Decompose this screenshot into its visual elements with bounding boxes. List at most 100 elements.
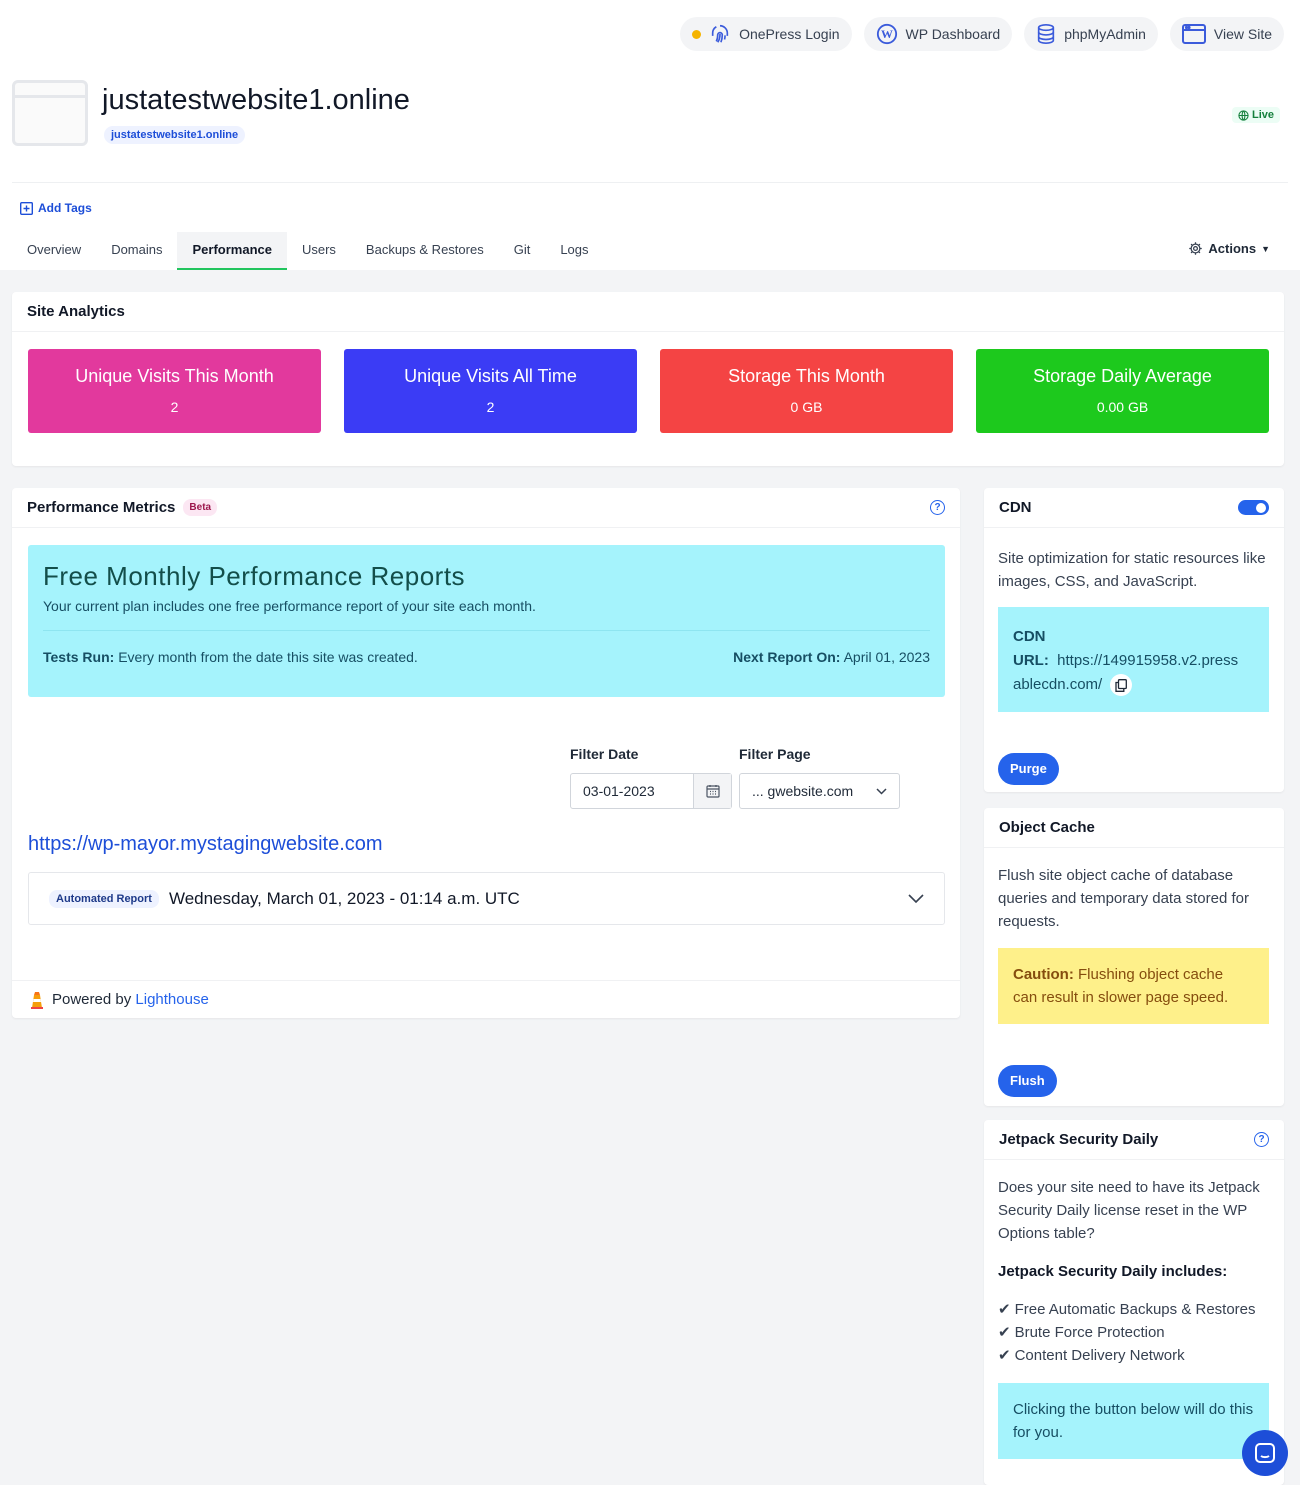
object-cache-title: Object Cache bbox=[999, 819, 1095, 836]
purge-button-label: Purge bbox=[998, 753, 1059, 785]
powered-by-text: Powered by bbox=[52, 991, 132, 1008]
svg-text:W: W bbox=[881, 27, 893, 41]
view-site-label: View Site bbox=[1213, 26, 1272, 42]
cdn-toggle[interactable] bbox=[1238, 500, 1269, 515]
object-cache-header: Object Cache bbox=[984, 808, 1284, 848]
add-tags-label: Add Tags bbox=[38, 201, 92, 215]
list-item: ✔ Free Automatic Backups & Restores bbox=[998, 1298, 1270, 1321]
tests-run-label: Tests Run: bbox=[43, 649, 115, 665]
cdn-header: CDN bbox=[984, 488, 1284, 528]
add-tags-button[interactable]: Add Tags bbox=[20, 201, 92, 215]
purge-button[interactable]: Purge bbox=[998, 753, 1059, 785]
tab-users[interactable]: Users bbox=[287, 232, 351, 270]
object-cache-description: Flush site object cache of database quer… bbox=[998, 867, 1249, 930]
chat-launcher-button[interactable] bbox=[1242, 1430, 1288, 1476]
lighthouse-link[interactable]: Lighthouse bbox=[135, 991, 208, 1008]
caution-line2: can result in slower page speed. bbox=[1013, 989, 1229, 1006]
site-title: justatestwebsite1.online bbox=[102, 84, 410, 116]
live-status-label: Live bbox=[1251, 109, 1274, 121]
caution-label: Caution: bbox=[1013, 966, 1074, 983]
performance-metrics-title: Performance Metrics bbox=[27, 499, 176, 516]
cdn-description: Site optimization for static resources l… bbox=[998, 550, 1266, 590]
tests-run-value: Every month from the date this site was … bbox=[118, 649, 418, 665]
banner-text: Your current plan includes one free perf… bbox=[43, 598, 536, 614]
tab-backups-restores[interactable]: Backups & Restores bbox=[351, 232, 499, 270]
tab-git[interactable]: Git bbox=[499, 232, 546, 270]
tab-domains[interactable]: Domains bbox=[96, 232, 177, 270]
cdn-url-line2: ablecdn.com/ bbox=[1013, 676, 1103, 693]
cdn-title: CDN bbox=[999, 499, 1032, 516]
header-divider bbox=[12, 182, 1288, 183]
performance-metrics-header: Performance Metrics Beta ? bbox=[12, 488, 960, 528]
browser-window-icon bbox=[1181, 24, 1206, 44]
powered-by-footer: Powered by Lighthouse bbox=[12, 980, 960, 1018]
jetpack-includes-list: ✔ Free Automatic Backups & Restores ✔ Brut… bbox=[984, 1283, 1284, 1367]
onepress-login-link[interactable]: OnePress Login bbox=[680, 17, 852, 51]
lighthouse-icon bbox=[31, 991, 43, 1009]
globe-icon bbox=[1238, 109, 1249, 121]
jetpack-info-box: Clicking the button below will do this f… bbox=[998, 1383, 1269, 1459]
jetpack-title: Jetpack Security Daily bbox=[999, 1131, 1159, 1148]
next-report-label: Next Report On: bbox=[733, 649, 841, 665]
phpmyadmin-label: phpMyAdmin bbox=[1064, 26, 1146, 42]
tab-overview[interactable]: Overview bbox=[12, 232, 96, 270]
list-item-label: Brute Force Protection bbox=[1014, 1324, 1165, 1341]
site-analytics-title: Site Analytics bbox=[27, 303, 125, 320]
fingerprint-icon bbox=[711, 24, 729, 43]
stat-storage-daily-average: Storage Daily Average 0.00 GB bbox=[976, 349, 1269, 433]
phpmyadmin-link[interactable]: phpMyAdmin bbox=[1024, 17, 1158, 51]
next-report-info: Next Report On: April 01, 2023 bbox=[733, 649, 930, 665]
staging-site-link[interactable]: https://wp-mayor.mystagingwebsite.com bbox=[28, 833, 383, 856]
stat-label: Unique Visits This Month bbox=[75, 366, 274, 386]
tab-logs[interactable]: Logs bbox=[545, 232, 603, 270]
stat-unique-visits-month: Unique Visits This Month 2 bbox=[28, 349, 321, 433]
stat-value: 2 bbox=[170, 399, 179, 415]
caution-box: Caution: Flushing object cache can resul… bbox=[998, 948, 1269, 1024]
flush-button[interactable]: Flush bbox=[998, 1065, 1057, 1097]
site-analytics-header: Site Analytics bbox=[12, 292, 1284, 332]
automated-report-badge: Automated Report bbox=[49, 889, 159, 908]
database-icon bbox=[1038, 24, 1055, 44]
checkmark-icon: ✔ bbox=[998, 1347, 1011, 1364]
gear-icon bbox=[1189, 242, 1203, 255]
stat-storage-month: Storage This Month 0 GB bbox=[660, 349, 953, 433]
checkmark-icon: ✔ bbox=[998, 1301, 1011, 1318]
view-site-link[interactable]: View Site bbox=[1169, 17, 1284, 51]
help-icon[interactable]: ? bbox=[1254, 1132, 1269, 1147]
status-dot-icon bbox=[692, 29, 702, 39]
filter-date-label: Filter Date bbox=[570, 746, 639, 762]
banner-title: Free Monthly Performance Reports bbox=[43, 561, 466, 591]
filter-page-label: Filter Page bbox=[739, 746, 811, 762]
caret-down-icon: ▼ bbox=[1261, 243, 1270, 254]
flush-button-label: Flush bbox=[998, 1065, 1057, 1097]
tab-performance[interactable]: Performance bbox=[177, 232, 287, 270]
filter-page-value: ... gwebsite.com bbox=[752, 783, 854, 799]
cdn-url-label: URL: bbox=[1013, 652, 1049, 669]
chevron-down-icon bbox=[876, 787, 887, 795]
filter-date-value: 03-01-2023 bbox=[583, 783, 655, 799]
calendar-button[interactable] bbox=[693, 774, 731, 808]
help-icon[interactable]: ? bbox=[930, 500, 945, 515]
cdn-url-box: CDN URL: https://149915958.v2.press able… bbox=[998, 607, 1269, 712]
actions-menu-button[interactable]: Actions ▼ bbox=[1188, 241, 1270, 256]
filter-date-input[interactable]: 03-01-2023 bbox=[570, 773, 732, 809]
caution-line1: Flushing object cache bbox=[1078, 966, 1224, 983]
site-thumbnail bbox=[12, 80, 88, 146]
calendar-icon bbox=[705, 785, 720, 798]
copy-icon[interactable] bbox=[1110, 674, 1133, 696]
live-status-badge: Live bbox=[1231, 107, 1280, 123]
filter-page-select[interactable]: ... gwebsite.com bbox=[739, 773, 900, 809]
chevron-down-icon[interactable] bbox=[908, 894, 924, 903]
tests-run-info: Tests Run: Every month from the date thi… bbox=[43, 649, 418, 665]
stat-label: Storage Daily Average bbox=[1033, 366, 1212, 386]
list-item: ✔ Brute Force Protection bbox=[998, 1321, 1270, 1344]
jetpack-includes-title: Jetpack Security Daily includes: bbox=[998, 1263, 1228, 1280]
list-item-label: Free Automatic Backups & Restores bbox=[1014, 1301, 1256, 1318]
site-domain-badge[interactable]: justatestwebsite1.online bbox=[104, 126, 246, 144]
site-tabs: Overview Domains Performance Users Backu… bbox=[12, 232, 604, 270]
stat-unique-visits-all-time: Unique Visits All Time 2 bbox=[344, 349, 637, 433]
report-date-text: Wednesday, March 01, 2023 - 01:14 a.m. U… bbox=[168, 888, 520, 908]
automated-report-row[interactable]: Automated Report Wednesday, March 01, 20… bbox=[28, 872, 945, 925]
chat-icon bbox=[1255, 1443, 1275, 1463]
wp-dashboard-link[interactable]: W WP Dashboard bbox=[863, 17, 1013, 51]
